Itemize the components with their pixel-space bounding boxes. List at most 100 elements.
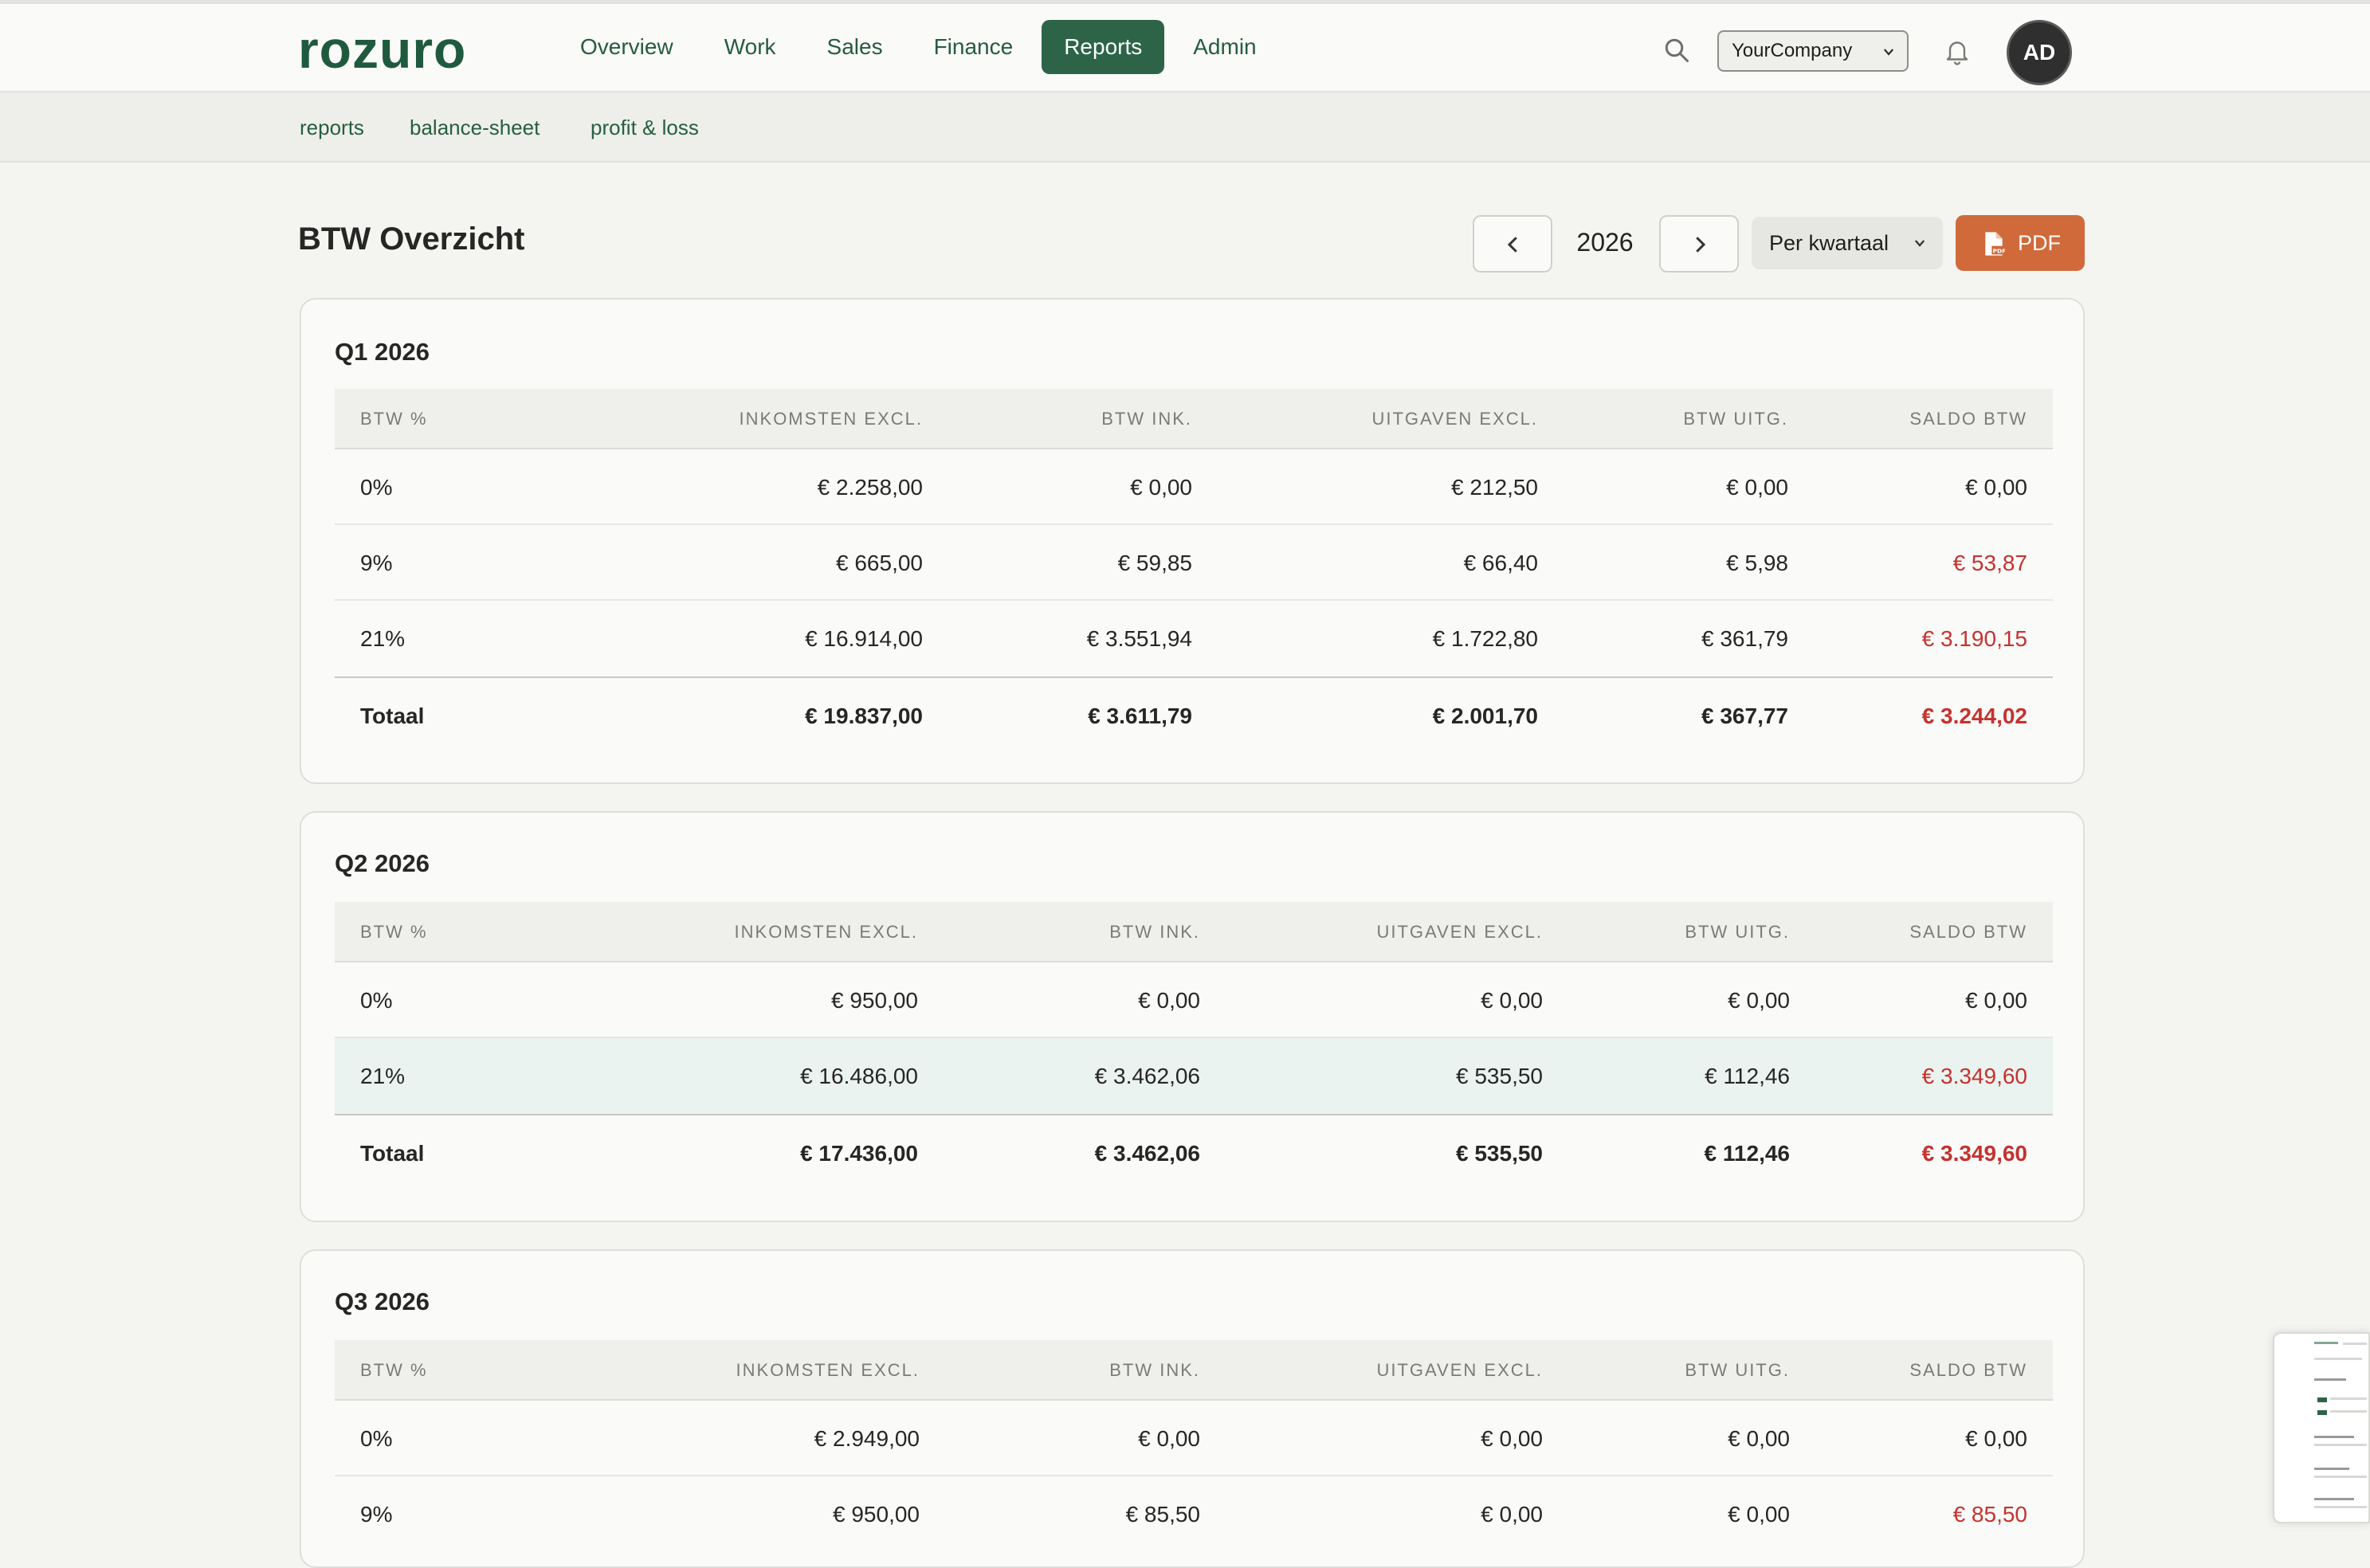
- cell-expenses: € 0,00: [1481, 1426, 1543, 1451]
- cell-balance: € 3.190,15: [1921, 626, 2027, 651]
- thumbnail-detail: [2314, 1506, 2367, 1508]
- screenshot-thumbnail[interactable]: [2273, 1332, 2370, 1523]
- pdf-button-label: PDF: [2018, 231, 2061, 255]
- cell-income: € 16.486,00: [800, 1064, 918, 1088]
- column-header-vat-out: BTW UITG.: [1685, 1360, 1790, 1380]
- cell-balance: € 85,50: [1952, 1502, 2027, 1527]
- avatar[interactable]: AD: [2007, 20, 2072, 85]
- cell-balance: € 0,00: [1965, 988, 2027, 1013]
- next-year-button[interactable]: [1659, 215, 1739, 272]
- nav-admin[interactable]: Admin: [1171, 20, 1278, 74]
- cell-vat-out: € 5,98: [1726, 551, 1788, 575]
- cell-vat-out: € 361,79: [1701, 626, 1788, 651]
- cell-vat-out: € 112,46: [1704, 1141, 1790, 1166]
- subnav-profit-loss[interactable]: profit & loss: [591, 112, 699, 143]
- cell-expenses: € 0,00: [1481, 988, 1543, 1013]
- column-header-expenses: UITGAVEN EXCL.: [1371, 409, 1538, 429]
- period-select[interactable]: Per kwartaal: [1752, 217, 1943, 269]
- cell-vat-out: € 367,77: [1701, 704, 1788, 728]
- company-select-value: YourCompany: [1732, 40, 1853, 61]
- cell-income: € 950,00: [833, 1502, 920, 1527]
- table-total-row: Totaal € 17.436,00 € 3.462,06 € 535,50 €…: [335, 1114, 2053, 1190]
- vat-table: BTW % INKOMSTEN EXCL. BTW INK. UITGAVEN …: [335, 902, 2053, 1205]
- table-row: 0% € 2.258,00 € 0,00 € 212,50 € 0,00 € 0…: [335, 449, 2053, 525]
- nav-sales[interactable]: Sales: [805, 20, 905, 74]
- cell-balance: € 0,00: [1965, 475, 2027, 500]
- cell-vat-in: € 3.611,79: [1088, 704, 1192, 728]
- previous-year-button[interactable]: [1473, 215, 1552, 272]
- cell-expenses: € 2.001,70: [1432, 704, 1538, 728]
- thumbnail-detail: [2314, 1378, 2346, 1381]
- nav-overview[interactable]: Overview: [558, 20, 696, 74]
- sub-navigation: reports balance-sheet profit & loss: [0, 92, 2370, 163]
- quarter-title: Q3 2026: [335, 1288, 430, 1315]
- table-row: 0% € 2.949,00 € 0,00 € 0,00 € 0,00 € 0,0…: [335, 1401, 2053, 1476]
- cell-income: € 2.258,00: [817, 475, 923, 500]
- cell-income: € 2.949,00: [814, 1426, 920, 1451]
- cell-rate: 0%: [360, 988, 393, 1013]
- column-header-vat-out: BTW UITG.: [1683, 409, 1788, 429]
- cell-income: € 17.436,00: [800, 1141, 918, 1166]
- cell-rate: 9%: [360, 1502, 393, 1527]
- search-icon[interactable]: [1662, 36, 1691, 65]
- column-header-rate: BTW %: [360, 922, 428, 942]
- cell-expenses: € 535,50: [1456, 1064, 1543, 1088]
- cell-vat-in: € 3.462,06: [1094, 1064, 1200, 1088]
- table-row: 21% € 16.914,00 € 3.551,94 € 1.722,80 € …: [335, 601, 2053, 676]
- cell-vat-in: € 59,85: [1117, 551, 1192, 575]
- period-select-value: Per kwartaal: [1769, 231, 1889, 255]
- subnav-reports[interactable]: reports: [300, 112, 364, 143]
- top-navigation-bar: rozuro Overview Work Sales Finance Repor…: [0, 0, 2370, 92]
- cell-balance: € 3.349,60: [1921, 1064, 2027, 1088]
- nav-finance[interactable]: Finance: [912, 20, 1036, 74]
- cell-vat-out: € 0,00: [1726, 475, 1788, 500]
- column-header-vat-in: BTW INK.: [1109, 922, 1200, 942]
- vat-table: BTW % INKOMSTEN EXCL. BTW INK. UITGAVEN …: [335, 389, 2053, 763]
- app-logo[interactable]: rozuro: [298, 22, 466, 77]
- cell-income: € 16.914,00: [805, 626, 923, 651]
- company-select[interactable]: YourCompany: [1717, 30, 1909, 72]
- cell-expenses: € 212,50: [1451, 475, 1538, 500]
- column-header-vat-in: BTW INK.: [1109, 1360, 1200, 1380]
- cell-vat-in: € 85,50: [1125, 1502, 1200, 1527]
- cell-vat-out: € 0,00: [1728, 1426, 1790, 1451]
- column-header-income: INKOMSTEN EXCL.: [739, 409, 923, 429]
- cell-vat-out: € 112,46: [1705, 1064, 1790, 1088]
- cell-rate: 0%: [360, 475, 393, 500]
- cell-vat-in: € 0,00: [1138, 1426, 1200, 1451]
- bell-icon[interactable]: [1943, 36, 1972, 66]
- page-title: BTW Overzicht: [298, 221, 525, 257]
- cell-rate: 9%: [360, 551, 393, 575]
- cell-income: € 19.837,00: [805, 704, 923, 728]
- cell-expenses: € 0,00: [1481, 1502, 1543, 1527]
- table-total-row: Totaal € 19.837,00 € 3.611,79 € 2.001,70…: [335, 676, 2053, 752]
- cell-expenses: € 66,40: [1463, 551, 1538, 575]
- table-row: 0% € 950,00 € 0,00 € 0,00 € 0,00 € 0,00: [335, 962, 2053, 1038]
- chevron-down-icon: [1914, 240, 1925, 247]
- column-header-income: INKOMSTEN EXCL.: [734, 922, 918, 942]
- thumbnail-detail: [2314, 1436, 2354, 1438]
- thumbnail-detail: [2330, 1397, 2367, 1400]
- thumbnail-detail: [2314, 1358, 2362, 1360]
- cell-balance: € 0,00: [1965, 1426, 2027, 1451]
- cell-expenses: € 535,50: [1456, 1141, 1543, 1166]
- thumbnail-detail: [2314, 1498, 2354, 1500]
- table-header: BTW % INKOMSTEN EXCL. BTW INK. UITGAVEN …: [335, 1340, 2053, 1401]
- nav-work[interactable]: Work: [702, 20, 799, 74]
- chevron-left-icon: [1507, 237, 1517, 253]
- thumbnail-detail: [2343, 1343, 2367, 1345]
- quarter-title: Q2 2026: [335, 849, 430, 877]
- cell-total-label: Totaal: [360, 1141, 425, 1166]
- thumbnail-detail: [2314, 1444, 2367, 1446]
- vat-table: BTW % INKOMSTEN EXCL. BTW INK. UITGAVEN …: [335, 1340, 2053, 1563]
- table-row: 9% € 950,00 € 85,50 € 0,00 € 0,00 € 85,5…: [335, 1476, 2053, 1552]
- table-row: 9% € 665,00 € 59,85 € 66,40 € 5,98 € 53,…: [335, 525, 2053, 601]
- column-header-balance: SALDO BTW: [1909, 1360, 2027, 1380]
- pdf-file-icon: PDF: [1985, 232, 2005, 256]
- chevron-right-icon: [1696, 237, 1706, 253]
- subnav-balance-sheet[interactable]: balance-sheet: [410, 112, 540, 143]
- pdf-export-button[interactable]: PDF PDF: [1956, 215, 2085, 271]
- nav-reports[interactable]: Reports: [1042, 20, 1165, 74]
- quarter-card-q2: Q2 2026 BTW % INKOMSTEN EXCL. BTW INK. U…: [300, 811, 2085, 1222]
- cell-vat-in: € 3.462,06: [1094, 1141, 1200, 1166]
